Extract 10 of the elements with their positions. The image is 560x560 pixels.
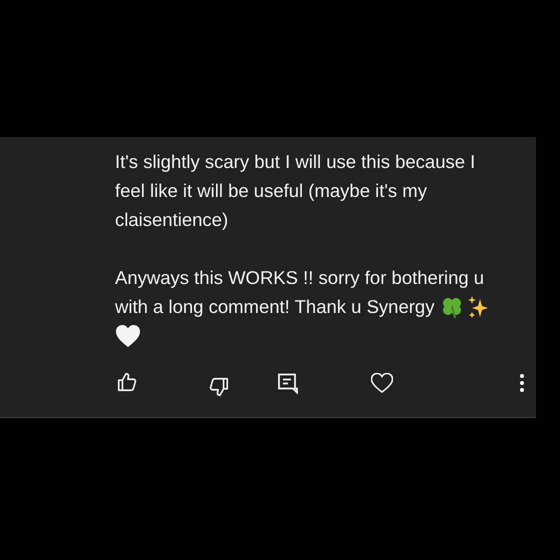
heart-outline-icon[interactable] <box>371 373 393 393</box>
dislike-icon[interactable] <box>208 376 230 398</box>
sparkles-icon <box>468 296 488 318</box>
reply-icon[interactable] <box>278 373 298 394</box>
comment-text: with a long comment! Thank u Synergy <box>115 295 434 319</box>
more-options-icon[interactable] <box>520 374 524 392</box>
heart-icon <box>115 324 141 348</box>
like-icon[interactable] <box>116 371 138 393</box>
comment-text: It's slightly scary but I will use this because I feel like it will be useful (maybe it's my claisentience) <box>115 150 476 232</box>
comment-text: Anyways this WORKS !! sorry for bothering u <box>115 267 484 288</box>
